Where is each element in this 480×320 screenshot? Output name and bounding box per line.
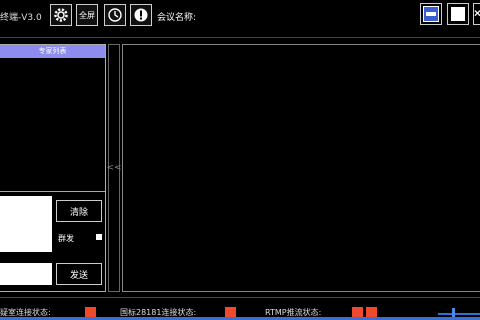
message-display[interactable] [0, 196, 52, 252]
clear-button[interactable]: 清除 [56, 200, 102, 222]
meeting-name-label: 会议名称: [157, 13, 197, 23]
toolbar: 终端-V3.0 全屏 会议名称: [0, 0, 480, 34]
maximize-button[interactable] [447, 3, 469, 25]
group-send-checkbox[interactable] [96, 234, 102, 240]
close-button[interactable] [473, 3, 480, 25]
send-button[interactable]: 发送 [56, 263, 102, 285]
group-send-label: 群发 [58, 234, 74, 243]
minimize-icon [423, 6, 439, 22]
video-panel [122, 44, 480, 292]
volume-slider[interactable] [438, 313, 480, 315]
fullscreen-button[interactable]: 全屏 [76, 4, 98, 26]
expert-list-panel: 专家列表 清除 群发 发送 [0, 44, 106, 292]
message-input[interactable] [0, 263, 52, 285]
info-button[interactable] [130, 4, 152, 26]
clock-icon [108, 8, 122, 22]
close-icon [474, 10, 480, 17]
app-title: 终端-V3.0 [0, 13, 42, 23]
info-icon [134, 8, 148, 22]
panel-divider [0, 191, 105, 192]
minimize-button[interactable] [420, 3, 442, 25]
toolbar-divider [0, 37, 480, 38]
expert-list-header: 专家列表 [0, 45, 105, 58]
timer-button[interactable] [104, 4, 126, 26]
settings-button[interactable] [50, 4, 72, 26]
gear-icon [54, 8, 68, 22]
collapse-panel-handle[interactable]: << [106, 44, 122, 292]
maximize-icon [451, 7, 465, 21]
